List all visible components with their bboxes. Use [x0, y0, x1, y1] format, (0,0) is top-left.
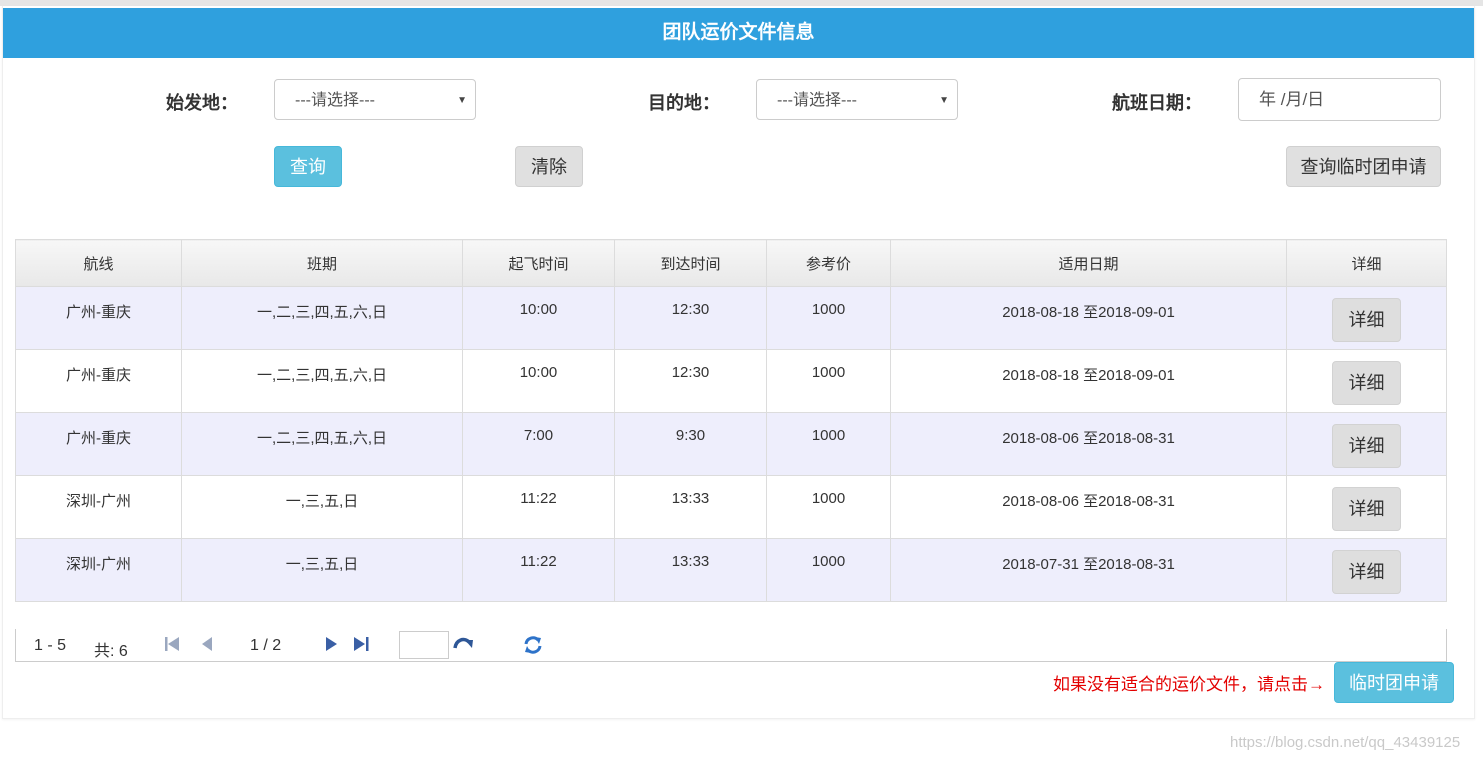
- query-button[interactable]: 查询: [274, 146, 342, 187]
- detail-button[interactable]: 详细: [1332, 361, 1401, 405]
- fare-table: 航线 班期 起飞时间 到达时间 参考价 适用日期 详细 广州-重庆 一,二,三,…: [15, 239, 1447, 602]
- temp-group-apply-button[interactable]: 临时团申请: [1334, 662, 1454, 703]
- route-cell: 广州-重庆: [15, 412, 182, 476]
- route-cell: 广州-重庆: [15, 349, 182, 413]
- departure-cell: 7:00: [462, 412, 615, 476]
- column-header-route[interactable]: 航线: [15, 239, 182, 287]
- valid-dates-cell: 2018-07-31 至2018-08-31: [890, 538, 1287, 602]
- arrival-cell: 13:33: [614, 538, 767, 602]
- departure-cell: 11:22: [462, 475, 615, 539]
- column-header-valid-dates[interactable]: 适用日期: [890, 239, 1287, 287]
- column-header-detail: 详细: [1286, 239, 1447, 287]
- price-cell: 1000: [766, 286, 891, 350]
- column-header-price[interactable]: 参考价: [766, 239, 891, 287]
- origin-select-value: ---请选择---: [295, 92, 375, 109]
- price-cell: 1000: [766, 475, 891, 539]
- detail-cell: 详细: [1286, 538, 1447, 602]
- schedule-cell: 一,二,三,四,五,六,日: [181, 286, 463, 350]
- detail-button[interactable]: 详细: [1332, 298, 1401, 342]
- flight-date-input[interactable]: 年 /月/日: [1238, 78, 1441, 121]
- prev-page-icon[interactable]: [198, 634, 218, 654]
- detail-button[interactable]: 详细: [1332, 550, 1401, 594]
- destination-select[interactable]: ---请选择--- ▼: [756, 79, 958, 120]
- flight-date-placeholder: 年 /月/日: [1259, 90, 1325, 109]
- panel-title: 团队运价文件信息: [3, 8, 1474, 58]
- valid-dates-cell: 2018-08-06 至2018-08-31: [890, 412, 1287, 476]
- query-temp-group-button[interactable]: 查询临时团申请: [1286, 146, 1441, 187]
- destination-select-value: ---请选择---: [777, 92, 857, 109]
- price-cell: 1000: [766, 538, 891, 602]
- first-page-icon[interactable]: [162, 634, 182, 654]
- schedule-cell: 一,二,三,四,五,六,日: [181, 412, 463, 476]
- departure-cell: 11:22: [462, 538, 615, 602]
- next-page-icon[interactable]: [321, 634, 341, 654]
- arrival-cell: 12:30: [614, 286, 767, 350]
- destination-label: 目的地：: [648, 93, 720, 113]
- table-header-row: 航线 班期 起飞时间 到达时间 参考价 适用日期 详细: [15, 239, 1447, 287]
- clear-button[interactable]: 清除: [515, 146, 583, 187]
- schedule-cell: 一,三,五,日: [181, 475, 463, 539]
- departure-cell: 10:00: [462, 286, 615, 350]
- valid-dates-cell: 2018-08-06 至2018-08-31: [890, 475, 1287, 539]
- detail-button[interactable]: 详细: [1332, 487, 1401, 531]
- arrival-cell: 9:30: [614, 412, 767, 476]
- schedule-cell: 一,三,五,日: [181, 538, 463, 602]
- page-number-input[interactable]: [399, 631, 449, 659]
- table-row: 深圳-广州 一,三,五,日 11:22 13:33 1000 2018-08-0…: [15, 475, 1447, 539]
- origin-label: 始发地：: [166, 93, 238, 113]
- column-header-arrival[interactable]: 到达时间: [614, 239, 767, 287]
- go-icon[interactable]: [452, 634, 476, 654]
- table-row: 广州-重庆 一,二,三,四,五,六,日 10:00 12:30 1000 201…: [15, 349, 1447, 413]
- valid-dates-cell: 2018-08-18 至2018-09-01: [890, 349, 1287, 413]
- record-range: 1 - 5: [34, 637, 67, 654]
- route-cell: 深圳-广州: [15, 538, 182, 602]
- temp-group-hint: 如果没有适合的运价文件，请点击→: [1053, 675, 1325, 694]
- route-cell: 深圳-广州: [15, 475, 182, 539]
- detail-cell: 详细: [1286, 286, 1447, 350]
- valid-dates-cell: 2018-08-18 至2018-09-01: [890, 286, 1287, 350]
- arrival-cell: 13:33: [614, 475, 767, 539]
- watermark: https://blog.csdn.net/qq_43439125: [1230, 734, 1461, 751]
- price-cell: 1000: [766, 349, 891, 413]
- schedule-cell: 一,二,三,四,五,六,日: [181, 349, 463, 413]
- last-page-icon[interactable]: [351, 634, 373, 654]
- detail-cell: 详细: [1286, 475, 1447, 539]
- pagination-bar: 1 - 5 共: 6 1 / 2: [15, 629, 1447, 662]
- table-row: 广州-重庆 一,二,三,四,五,六,日 7:00 9:30 1000 2018-…: [15, 412, 1447, 476]
- origin-select[interactable]: ---请选择--- ▼: [274, 79, 476, 120]
- record-total: 共: 6: [94, 643, 128, 660]
- table-row: 深圳-广州 一,三,五,日 11:22 13:33 1000 2018-07-3…: [15, 538, 1447, 602]
- detail-button[interactable]: 详细: [1332, 424, 1401, 468]
- detail-cell: 详细: [1286, 412, 1447, 476]
- price-cell: 1000: [766, 412, 891, 476]
- refresh-icon[interactable]: [522, 634, 544, 656]
- page-indicator: 1 / 2: [250, 637, 282, 654]
- dropdown-arrow-icon: ▼: [457, 95, 467, 106]
- detail-cell: 详细: [1286, 349, 1447, 413]
- departure-cell: 10:00: [462, 349, 615, 413]
- route-cell: 广州-重庆: [15, 286, 182, 350]
- column-header-departure[interactable]: 起飞时间: [462, 239, 615, 287]
- flight-date-label: 航班日期：: [1112, 93, 1202, 113]
- column-header-schedule[interactable]: 班期: [181, 239, 463, 287]
- arrival-cell: 12:30: [614, 349, 767, 413]
- dropdown-arrow-icon: ▼: [939, 95, 949, 106]
- table-row: 广州-重庆 一,二,三,四,五,六,日 10:00 12:30 1000 201…: [15, 286, 1447, 350]
